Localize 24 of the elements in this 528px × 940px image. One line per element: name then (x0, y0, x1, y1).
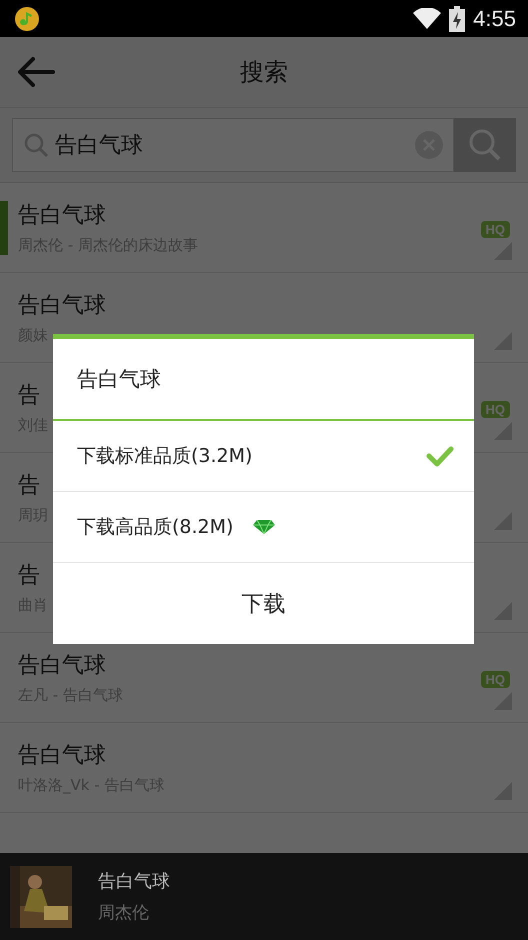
clock-time: 4:55 (473, 6, 516, 32)
app-icon (14, 6, 40, 32)
now-playing-artist: 周杰伦 (98, 902, 150, 924)
song-title: 告 (18, 472, 40, 500)
hq-badge: HQ (480, 671, 510, 688)
search-text: 告白气球 (55, 132, 144, 160)
song-title: 告白气球 (18, 202, 106, 230)
quality-option[interactable]: 下载标准品质(3.2M) (53, 421, 474, 492)
search-field[interactable]: 告白气球 (12, 118, 454, 172)
search-icon (468, 128, 502, 162)
hq-badge: HQ (480, 221, 510, 238)
dialog-title: 告白气球 (53, 339, 474, 421)
song-title: 告白气球 (18, 742, 106, 770)
wifi-icon (413, 8, 442, 30)
page-title: 搜索 (240, 57, 288, 88)
song-title: 告 (18, 382, 40, 410)
song-title: 告白气球 (18, 292, 106, 320)
search-icon (23, 132, 49, 158)
now-playing-title: 告白气球 (98, 870, 170, 893)
song-title: 告白气球 (18, 652, 106, 680)
battery-icon (449, 6, 466, 32)
search-button[interactable] (454, 118, 516, 172)
hq-badge: HQ (480, 401, 510, 418)
song-title: 告 (18, 562, 40, 590)
